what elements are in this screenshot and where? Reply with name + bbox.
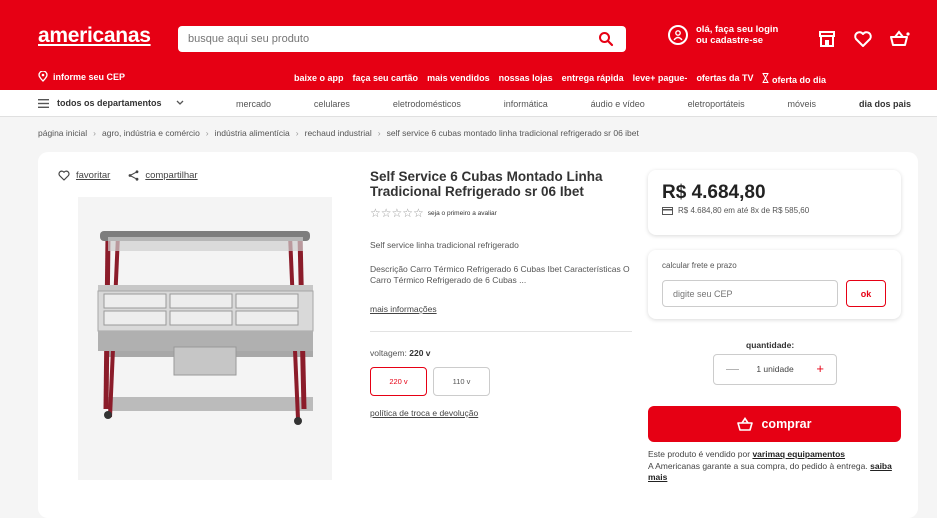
share-link[interactable]: compartilhar	[145, 170, 197, 181]
more-info-link[interactable]: mais informações	[370, 304, 437, 314]
quantity-stepper: — 1 unidade +	[713, 354, 837, 385]
dept-link-dia-dos-pais[interactable]: dia dos pais	[859, 99, 911, 109]
buy-label: comprar	[761, 417, 812, 431]
voltage-label-text: voltagem:	[370, 348, 407, 358]
promo-link-stores[interactable]: nossas lojas	[499, 73, 553, 85]
buy-button[interactable]: comprar	[648, 406, 901, 442]
breadcrumb-item[interactable]: página inicial	[38, 128, 87, 138]
store-icon[interactable]	[816, 28, 838, 50]
product-image[interactable]	[78, 197, 332, 480]
dept-link-audio-video[interactable]: áudio e vídeo	[591, 99, 645, 109]
voltage-option-220[interactable]: 220 v	[370, 367, 427, 396]
installments-text: R$ 4.684,80 em até 8x de R$ 585,60	[678, 206, 810, 215]
product-title: Self Service 6 Cubas Montado Linha Tradi…	[370, 169, 603, 199]
promo-link-leve-pague[interactable]: leve+ pague-	[633, 73, 688, 85]
dept-link-informatica[interactable]: informática	[504, 99, 548, 109]
installments: R$ 4.684,80 em até 8x de R$ 585,60	[662, 206, 809, 215]
product-subtitle: Self service linha tradicional refrigera…	[370, 240, 519, 250]
promo-link-card[interactable]: faça seu cartão	[353, 73, 419, 85]
quantity-increase-button[interactable]: +	[816, 361, 824, 376]
heart-icon[interactable]	[58, 170, 70, 181]
freight-box: calcular frete e prazo ok	[648, 250, 901, 319]
seller-link[interactable]: varimaq equipamentos	[752, 449, 845, 459]
breadcrumb-item[interactable]: rechaud industrial	[305, 128, 372, 138]
americanas-logo[interactable]: americanas	[38, 24, 151, 48]
breadcrumb-separator: ›	[93, 128, 96, 138]
cep-label: informe seu CEP	[53, 71, 126, 82]
hamburger-icon	[38, 98, 49, 108]
all-departments-label: todos os departamentos	[57, 98, 162, 108]
rating-stars: ☆☆☆☆☆	[370, 206, 424, 220]
daily-offer-label: oferta do dia	[771, 75, 826, 85]
breadcrumb-separator: ›	[295, 128, 299, 138]
dept-link-mercado[interactable]: mercado	[236, 99, 271, 109]
breadcrumb-item[interactable]: indústria alimentícia	[215, 128, 290, 138]
breadcrumb-item[interactable]: agro, indústria e comércio	[102, 128, 200, 138]
breadcrumb-separator: ›	[205, 128, 209, 138]
location-icon	[38, 71, 48, 82]
credit-card-icon	[662, 206, 673, 215]
freight-label: calcular frete e prazo	[662, 261, 737, 270]
chevron-down-icon	[176, 100, 183, 105]
dept-link-celulares[interactable]: celulares	[314, 99, 350, 109]
search-input[interactable]	[178, 26, 578, 52]
login-link[interactable]: olá, faça seu login ou cadastre-se	[668, 24, 778, 46]
search-icon[interactable]	[598, 31, 614, 47]
rating-text: seja o primeiro a avaliar	[427, 209, 497, 217]
product-description: Descrição Carro Térmico Refrigerado 6 Cu…	[370, 264, 630, 285]
divider	[370, 331, 632, 332]
cep-input[interactable]	[662, 280, 838, 307]
cep-ok-button[interactable]: ok	[846, 280, 886, 307]
promo-link-fast-delivery[interactable]: entrega rápida	[562, 73, 624, 85]
voltage-option-110[interactable]: 110 v	[433, 367, 490, 396]
favorite-link[interactable]: favoritar	[76, 170, 110, 181]
basket-icon[interactable]	[888, 28, 910, 50]
return-policy-link[interactable]: política de troca e devolução	[370, 408, 478, 418]
login-line2: ou cadastre-se	[696, 35, 764, 46]
quantity-label: quantidade:	[746, 340, 795, 350]
cep-link[interactable]: informe seu CEP	[38, 71, 125, 82]
user-icon	[668, 25, 688, 45]
promo-link-daily-offer[interactable]: oferta do dia	[762, 73, 826, 85]
favorite-share-bar: favoritar compartilhar	[58, 170, 198, 181]
promo-link-tv-offers[interactable]: ofertas da TV	[696, 73, 753, 85]
voltage-label: voltagem: 220 v	[370, 348, 431, 358]
dept-link-eletrodomesticos[interactable]: eletrodomésticos	[393, 99, 461, 109]
voltage-selected-value: 220 v	[409, 348, 431, 358]
breadcrumb: página inicial › agro, indústria e comér…	[38, 128, 639, 138]
login-line1: olá, faça seu login	[696, 24, 779, 35]
dept-link-moveis[interactable]: móveis	[788, 99, 817, 109]
seller-prefix: Este produto é vendido por	[648, 449, 751, 459]
breadcrumb-separator: ›	[377, 128, 381, 138]
guarantee-text: A Americanas garante a sua compra, do pe…	[648, 460, 868, 471]
promo-link-bestsellers[interactable]: mais vendidos	[427, 73, 490, 85]
price: R$ 4.684,80	[662, 182, 766, 203]
department-bar: todos os departamentos mercado celulares…	[0, 90, 937, 117]
hourglass-icon	[762, 73, 769, 83]
search-bar[interactable]	[178, 26, 626, 52]
rating-row[interactable]: ☆☆☆☆☆ seja o primeiro a avaliar	[370, 206, 497, 220]
basket-icon	[737, 417, 754, 431]
dept-link-eletroportateis[interactable]: eletroportáteis	[688, 99, 745, 109]
promo-link-app[interactable]: baixe o app	[294, 73, 344, 85]
share-icon[interactable]	[128, 170, 139, 181]
price-box: R$ 4.684,80 R$ 4.684,80 em até 8x de R$ …	[648, 170, 901, 235]
all-departments-menu[interactable]: todos os departamentos	[38, 98, 184, 108]
top-header: americanas olá, faça seu login ou cadast…	[0, 0, 937, 63]
seller-info: Este produto é vendido por varimaq equip…	[648, 449, 898, 484]
promo-bar: informe seu CEP baixe o app faça seu car…	[0, 63, 937, 90]
heart-icon[interactable]	[852, 28, 874, 50]
breadcrumb-current: self service 6 cubas montado linha tradi…	[386, 128, 639, 138]
food-cart-illustration	[78, 197, 332, 480]
promo-links: baixe o app faça seu cartão mais vendido…	[294, 73, 826, 85]
